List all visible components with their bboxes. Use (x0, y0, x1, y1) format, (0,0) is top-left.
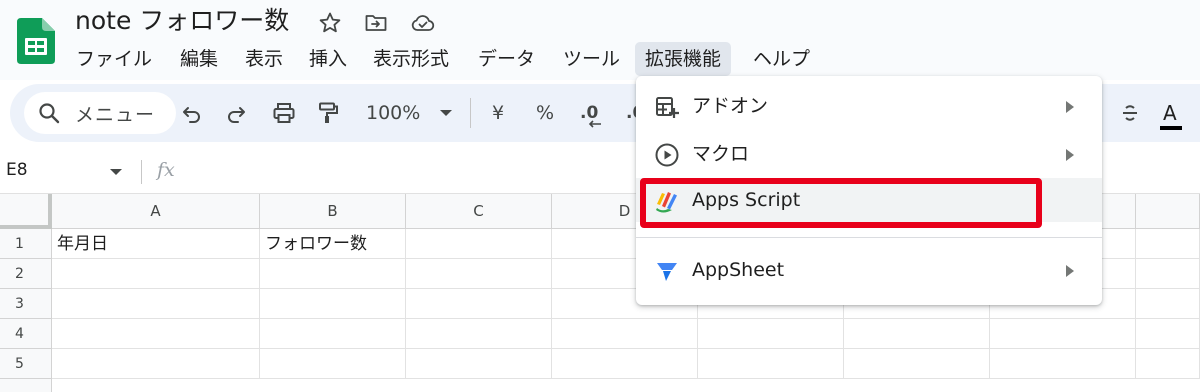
undo-icon (183, 107, 200, 123)
decrease-decimal-button[interactable]: .0 (580, 99, 601, 128)
submenu-arrow-icon (1066, 149, 1074, 161)
menu-help[interactable]: ヘルプ (743, 42, 820, 76)
row-header-3[interactable]: 3 (0, 289, 52, 319)
cell-c2[interactable] (406, 259, 552, 289)
formula-divider (141, 160, 142, 184)
menu-item-appsheet-label: AppSheet (692, 259, 785, 281)
cell-b4[interactable] (260, 319, 406, 349)
print-button[interactable] (270, 99, 298, 127)
print-icon (273, 103, 295, 123)
menu-extensions[interactable]: 拡張機能 (635, 42, 732, 76)
menu-tools[interactable]: ツール (553, 42, 630, 76)
menu-file[interactable]: ファイル (66, 42, 162, 76)
strikethrough-icon (1123, 105, 1137, 121)
cell-f5[interactable] (844, 349, 990, 379)
submenu-arrow-icon (1066, 265, 1074, 277)
cell-g5[interactable] (990, 349, 1136, 379)
name-box-caret-icon[interactable] (110, 169, 122, 175)
cell-a1[interactable]: 年月日 (52, 229, 260, 259)
menu-format[interactable]: 表示形式 (363, 42, 459, 76)
cell-c3[interactable] (406, 289, 552, 319)
column-header-c[interactable]: C (406, 194, 552, 229)
search-icon (39, 103, 60, 124)
row-header-4[interactable]: 4 (0, 319, 52, 349)
appsheet-icon (657, 263, 677, 281)
zoom-caret-icon[interactable] (440, 110, 452, 116)
zoom-select[interactable]: 100% (366, 99, 420, 127)
menu-separator (636, 237, 1102, 238)
percent-format-button[interactable]: % (536, 99, 554, 127)
cell-b1[interactable]: フォロワー数 (260, 229, 406, 259)
annotation-highlight-box (640, 178, 1042, 228)
search-menus-button[interactable]: メニュー (24, 92, 176, 134)
currency-format-button[interactable]: ¥ (492, 99, 504, 127)
cell-e4[interactable] (698, 319, 844, 349)
cell-b2[interactable] (260, 259, 406, 289)
undo-button[interactable] (178, 99, 206, 127)
menu-edit[interactable]: 編集 (170, 42, 228, 76)
menu-item-addons[interactable]: アドオン (636, 84, 1102, 128)
cell-b5[interactable] (260, 349, 406, 379)
cell-c4[interactable] (406, 319, 552, 349)
redo-icon (228, 107, 245, 123)
column-header-b[interactable]: B (260, 194, 406, 229)
cell-b3[interactable] (260, 289, 406, 319)
menu-insert[interactable]: 挿入 (299, 42, 357, 76)
strikethrough-button[interactable] (1116, 99, 1144, 127)
search-menus-label: メニュー (75, 104, 156, 126)
select-all-corner[interactable] (0, 194, 52, 229)
play-circle-icon (655, 143, 679, 167)
cell-a3[interactable] (52, 289, 260, 319)
app-header: note フォロワー数 ファイル 編集 表示 挿入 表示形式 データ ツール 拡… (0, 0, 1200, 80)
column-header-a[interactable]: A (52, 194, 260, 229)
cell-e5[interactable] (698, 349, 844, 379)
column-header-h[interactable] (1136, 194, 1200, 229)
cell-g4[interactable] (990, 319, 1136, 349)
move-to-folder-icon[interactable] (364, 11, 388, 35)
menu-item-macros[interactable]: マクロ (636, 132, 1102, 176)
name-box[interactable]: E8 (6, 160, 28, 180)
cell-h3[interactable] (1136, 289, 1200, 319)
menu-view[interactable]: 表示 (235, 42, 293, 76)
row-header-5[interactable]: 5 (0, 349, 52, 379)
cell-h2[interactable] (1136, 259, 1200, 289)
cell-h5[interactable] (1136, 349, 1200, 379)
cloud-saved-icon[interactable] (411, 11, 435, 35)
menu-item-appsheet[interactable]: AppSheet (636, 248, 1102, 292)
menu-data[interactable]: データ (468, 42, 545, 76)
paint-format-icon (319, 102, 338, 123)
submenu-arrow-icon (1066, 101, 1074, 113)
row-header-1[interactable]: 1 (0, 229, 52, 259)
row-header-6[interactable] (0, 379, 52, 392)
document-title[interactable]: note フォロワー数 (75, 4, 289, 38)
star-icon[interactable] (318, 11, 342, 35)
toolbar-divider (470, 98, 471, 128)
fx-icon: fx (157, 159, 175, 181)
cell-a5[interactable] (52, 349, 260, 379)
cell-a4[interactable] (52, 319, 260, 349)
text-color-swatch (1160, 126, 1182, 130)
cell-c1[interactable] (406, 229, 552, 259)
cell-f4[interactable] (844, 319, 990, 349)
arrow-left-icon (588, 120, 601, 128)
text-color-button[interactable]: A (1163, 99, 1177, 127)
row-header-2[interactable]: 2 (0, 259, 52, 289)
cell-c5[interactable] (406, 349, 552, 379)
cell-h1[interactable] (1136, 229, 1200, 259)
cell-a2[interactable] (52, 259, 260, 289)
menu-item-macros-label: マクロ (692, 143, 750, 165)
cell-h4[interactable] (1136, 319, 1200, 349)
paint-format-button[interactable] (314, 99, 342, 127)
cell-d4[interactable] (552, 319, 698, 349)
redo-button[interactable] (222, 99, 250, 127)
addon-icon (656, 97, 679, 118)
cell-d5[interactable] (552, 349, 698, 379)
menu-item-addons-label: アドオン (692, 95, 769, 117)
sheets-logo-icon[interactable] (17, 18, 55, 64)
